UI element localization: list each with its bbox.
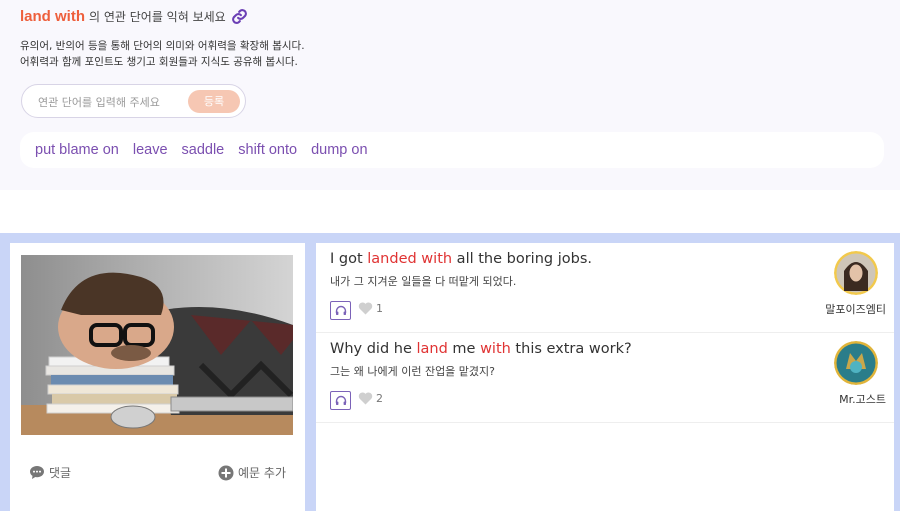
highlight-word: with bbox=[480, 341, 511, 357]
heart-icon bbox=[358, 392, 373, 405]
like-count: 1 bbox=[376, 302, 383, 315]
related-word-input[interactable] bbox=[38, 93, 198, 111]
example-translation: 내가 그 지겨운 일들을 다 떠맡게 되었다. bbox=[330, 275, 517, 288]
like-button[interactable]: 2 bbox=[358, 392, 383, 405]
highlight-word: land bbox=[416, 341, 448, 357]
image-card: 댓글 예문 추가 bbox=[10, 243, 305, 511]
examples-section: 댓글 예문 추가 I got landed with all the borin… bbox=[0, 233, 900, 511]
related-word-list: put blame on leave saddle shift onto dum… bbox=[20, 132, 884, 168]
avatar[interactable] bbox=[834, 251, 878, 295]
description-line: 유의어, 반의어 등을 통해 단어의 의미와 어휘력을 확장해 봅시다. bbox=[20, 40, 305, 52]
sentence-text: Why did he bbox=[330, 341, 417, 357]
related-word-link[interactable]: put blame on bbox=[35, 142, 119, 158]
like-button[interactable]: 1 bbox=[358, 302, 383, 315]
like-count: 2 bbox=[376, 392, 383, 405]
related-word-link[interactable]: saddle bbox=[182, 142, 225, 158]
example-sentence: Why did he land me with this extra work? bbox=[330, 341, 632, 357]
comment-label: 댓글 bbox=[49, 466, 72, 480]
related-words-section: land with 의 연관 단어를 익혀 보세요 유의어, 반의어 등을 통해… bbox=[0, 0, 900, 190]
section-title: land with 의 연관 단어를 익혀 보세요 bbox=[20, 8, 248, 25]
sentence-text: me bbox=[447, 341, 481, 357]
example-item: Why did he land me with this extra work?… bbox=[316, 333, 894, 423]
example-translation: 그는 왜 나에게 이런 잔업을 맡겼지? bbox=[330, 365, 496, 378]
example-list: I got landed with all the boring jobs. 내… bbox=[316, 243, 894, 511]
avatar[interactable] bbox=[834, 341, 878, 385]
register-button[interactable]: 등록 bbox=[188, 90, 240, 113]
example-item: I got landed with all the boring jobs. 내… bbox=[316, 243, 894, 333]
example-sentence: I got landed with all the boring jobs. bbox=[330, 251, 592, 267]
link-icon[interactable] bbox=[231, 8, 248, 25]
headphones-icon bbox=[335, 305, 346, 315]
sentence-text: all the boring jobs. bbox=[452, 251, 592, 267]
related-word-link[interactable]: leave bbox=[133, 142, 168, 158]
image-card-actions: 댓글 예문 추가 bbox=[10, 460, 305, 484]
audio-button[interactable] bbox=[330, 301, 351, 320]
heart-icon bbox=[358, 302, 373, 315]
username[interactable]: 말포이즈엠티 bbox=[825, 301, 886, 317]
add-example-label: 예문 추가 bbox=[238, 466, 286, 480]
plus-circle-icon bbox=[218, 465, 234, 480]
highlight-word: landed with bbox=[367, 251, 453, 267]
audio-button[interactable] bbox=[330, 391, 351, 410]
username[interactable]: Mr.고스트 bbox=[839, 391, 886, 407]
related-word-link[interactable]: dump on bbox=[311, 142, 367, 158]
sentence-text: this extra work? bbox=[510, 341, 632, 357]
section-description: 유의어, 반의어 등을 통해 단어의 의미와 어휘력을 확장해 봅시다. 어휘력… bbox=[20, 38, 305, 70]
title-suffix: 의 연관 단어를 익혀 보세요 bbox=[89, 10, 226, 24]
speech-bubble-icon bbox=[30, 466, 44, 479]
description-line: 어휘력과 함께 포인트도 챙기고 회원들과 지식도 공유해 봅시다. bbox=[20, 56, 298, 68]
comment-button[interactable]: 댓글 bbox=[29, 464, 71, 481]
related-word-link[interactable]: shift onto bbox=[238, 142, 297, 158]
keyword: land with bbox=[20, 8, 85, 25]
add-example-button[interactable]: 예문 추가 bbox=[218, 464, 286, 481]
related-word-form: 등록 bbox=[21, 84, 246, 118]
headphones-icon bbox=[335, 395, 346, 405]
example-photo bbox=[21, 255, 293, 435]
sentence-text: I got bbox=[330, 251, 368, 267]
